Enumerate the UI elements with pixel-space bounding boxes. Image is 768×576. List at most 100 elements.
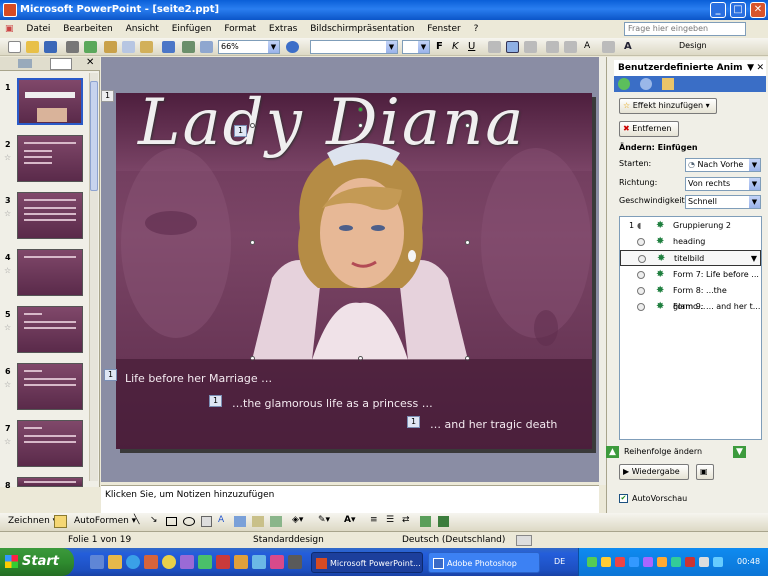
forward-icon[interactable] [640,78,652,90]
slide-thumbnail-3[interactable] [17,192,83,239]
chart-icon[interactable] [182,41,195,53]
slide-thumbnail-2[interactable] [17,135,83,182]
3d-icon[interactable] [438,516,449,527]
select-pointer-icon[interactable] [54,515,67,528]
animation-item-selected[interactable]: ✸ titelbild ▼ [620,250,761,266]
clipart-icon[interactable] [252,516,264,527]
menu-format[interactable]: Format [219,20,261,38]
start-select[interactable]: ◔ Nach Vorhe ▼ [685,158,761,172]
outline-tab-icon[interactable] [18,59,32,68]
picture-icon[interactable] [270,516,282,527]
autoshapes-menu[interactable]: AutoFormen ▾ [74,516,136,526]
home-icon[interactable] [662,78,674,90]
move-down-icon[interactable]: ▼ [733,446,746,458]
shadow-icon[interactable] [420,516,431,527]
autopreview-checkbox[interactable]: ✔ [619,494,628,503]
font-color-icon[interactable]: A [624,41,637,53]
grow-font-icon[interactable]: A [584,41,597,53]
quicklaunch-app-icon[interactable] [180,555,194,569]
wordart-icon[interactable]: A [218,515,224,525]
save-icon[interactable] [44,41,57,53]
volume-icon[interactable] [699,557,709,567]
quicklaunch-messenger-icon[interactable] [162,555,176,569]
quicklaunch-app-icon[interactable] [234,555,248,569]
indent-icon[interactable] [602,41,615,53]
direction-select[interactable]: Von rechts ▼ [685,177,761,191]
notes-area[interactable]: Klicken Sie, um Notizen hinzuzufügen [101,485,599,513]
copy-icon[interactable] [122,41,135,53]
oval-icon[interactable] [183,517,195,526]
arrow-style-icon[interactable]: ⇄ [402,515,410,525]
taskbar-powerpoint[interactable]: Microsoft PowerPoint... [311,552,423,573]
menu-icon[interactable]: ▣ [0,20,19,38]
align-right-icon[interactable] [524,41,537,53]
taskpane-menu-icon[interactable]: ▼ [747,60,754,76]
back-icon[interactable] [618,78,630,90]
quicklaunch-app-icon[interactable] [216,555,230,569]
slideshow-button[interactable]: ▣ [696,464,714,480]
diagram-icon[interactable] [234,516,246,527]
selection-handle[interactable] [250,123,255,128]
slide-thumbnail-5[interactable] [17,306,83,353]
start-button[interactable]: Start [0,548,74,576]
spellcheck-icon[interactable] [84,41,97,53]
tray-icon[interactable] [685,557,695,567]
slide-thumbnail-7[interactable] [17,420,83,467]
menu-fenster[interactable]: Fenster [422,20,465,38]
underline-icon[interactable]: U [468,41,481,53]
quicklaunch-app-icon[interactable] [198,555,212,569]
animation-item[interactable]: ✸ Form 9: ... and her t... [620,299,761,315]
menu-bearbeiten[interactable]: Bearbeiten [58,20,117,38]
draw-menu[interactable]: Zeichnen ▾ [8,516,57,526]
taskpane-close-icon[interactable]: ✕ [756,60,764,76]
bold-icon[interactable]: F [436,41,449,53]
slide-thumbnail-1[interactable] [17,78,83,125]
tray-icon[interactable] [601,557,611,567]
selection-handle[interactable] [358,123,363,128]
selection-handle[interactable] [465,240,470,245]
slide-text-line3[interactable]: … and her tragic death [430,418,557,431]
speed-select[interactable]: Schnell ▼ [685,195,761,209]
zoom-select[interactable]: 66% ▼ [218,40,280,54]
quicklaunch-explorer-icon[interactable] [108,555,122,569]
help-search-input[interactable]: Frage hier eingeben [624,22,746,36]
slide-thumbnail-6[interactable] [17,363,83,410]
cut-icon[interactable] [104,41,117,53]
undo-icon[interactable] [162,41,175,53]
language-indicator[interactable]: DE [554,548,565,576]
quicklaunch-ie-icon[interactable] [126,555,140,569]
dash-style-icon[interactable]: ☰ [386,515,394,525]
close-pane-icon[interactable]: ✕ [86,57,94,68]
slide-text-line2[interactable]: …the glamorous life as a princess … [232,397,433,410]
selection-handle[interactable] [250,240,255,245]
open-icon[interactable] [26,41,39,53]
menu-bildschirmpraesentation[interactable]: Bildschirmpräsentation [305,20,419,38]
animation-item[interactable]: ✸ heading [620,234,761,250]
add-effect-button[interactable]: ☆ Effekt hinzufügen ▾ [619,98,717,114]
minimize-button[interactable]: _ [710,2,726,18]
taskbar-photoshop[interactable]: Adobe Photoshop [428,552,540,573]
tray-icon[interactable] [657,557,667,567]
paste-icon[interactable] [140,41,153,53]
italic-icon[interactable]: K [452,41,465,53]
slide-text-line1[interactable]: Life before her Marriage … [125,372,272,385]
quicklaunch-media-icon[interactable] [144,555,158,569]
slide-thumbnail-4[interactable] [17,249,83,296]
animation-item[interactable]: ✸ Form 7: Life before ... [620,267,761,283]
quicklaunch-desktop-icon[interactable] [90,555,104,569]
move-up-icon[interactable]: ▲ [606,446,619,458]
play-button[interactable]: ▶ Wiedergabe [619,464,689,480]
quicklaunch-app-icon[interactable] [252,555,266,569]
slide-thumbnail-8[interactable] [17,477,83,487]
rectangle-icon[interactable] [166,517,177,526]
tray-icon[interactable] [629,557,639,567]
menu-ansicht[interactable]: Ansicht [121,20,164,38]
network-icon[interactable] [713,557,723,567]
close-button[interactable]: ✕ [750,2,766,18]
bullets-icon[interactable] [564,41,577,53]
align-center-icon[interactable] [506,41,519,53]
textbox-icon[interactable] [201,516,212,527]
design-button[interactable]: Design [676,39,734,55]
align-left-icon[interactable] [488,41,501,53]
chevron-down-icon[interactable]: ▼ [751,251,757,267]
